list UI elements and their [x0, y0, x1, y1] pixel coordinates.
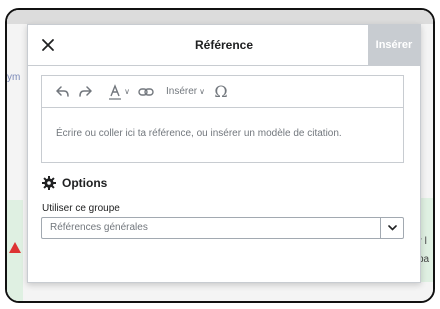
close-icon	[42, 39, 54, 51]
close-button[interactable]	[36, 33, 60, 57]
text-style-icon	[109, 83, 122, 100]
insert-button[interactable]: Insérer	[368, 25, 420, 65]
reference-editor[interactable]: ∨ Insérer ∨ Ω Écrire ou coller ici ta ré…	[41, 75, 404, 163]
options-label: Options	[62, 176, 108, 190]
special-character-icon: Ω	[214, 82, 228, 101]
chevron-down-icon: ∨	[124, 87, 130, 96]
undo-icon	[56, 85, 69, 97]
chevron-down-icon: ∨	[199, 87, 205, 96]
special-character-button[interactable]: Ω	[209, 76, 233, 107]
undo-button[interactable]	[50, 76, 74, 107]
dialog-title: Référence	[194, 38, 254, 52]
redo-icon	[79, 85, 92, 97]
group-select[interactable]: Références générales	[41, 217, 404, 239]
dialog-header: Référence Insérer	[28, 25, 420, 66]
warning-icon	[9, 242, 21, 253]
background-top-bar	[7, 10, 433, 24]
insert-menu-button[interactable]: Insérer ∨	[166, 76, 209, 107]
insert-menu-label: Insérer	[166, 86, 198, 97]
device-frame: ym n. ur l spa Référence Insérer	[5, 8, 435, 303]
group-select-toggle[interactable]	[380, 218, 403, 238]
options-heading: Options	[41, 175, 107, 191]
text-style-button[interactable]: ∨	[104, 76, 134, 107]
gear-icon	[41, 175, 57, 191]
redo-button[interactable]	[74, 76, 98, 107]
chevron-down-icon	[387, 225, 397, 231]
link-button[interactable]	[134, 76, 158, 107]
editor-placeholder: Écrire ou coller ici ta référence, ou in…	[56, 128, 342, 139]
reference-dialog: Référence Insérer ∨ Insérer ∨ Ω Écrire o…	[27, 24, 421, 283]
background-text-fragment: ym	[7, 72, 21, 83]
group-field-label: Utiliser ce groupe	[42, 203, 120, 214]
group-select-value: Références générales	[50, 222, 148, 233]
editor-toolbar: ∨ Insérer ∨ Ω	[42, 76, 403, 108]
link-icon	[138, 87, 154, 96]
